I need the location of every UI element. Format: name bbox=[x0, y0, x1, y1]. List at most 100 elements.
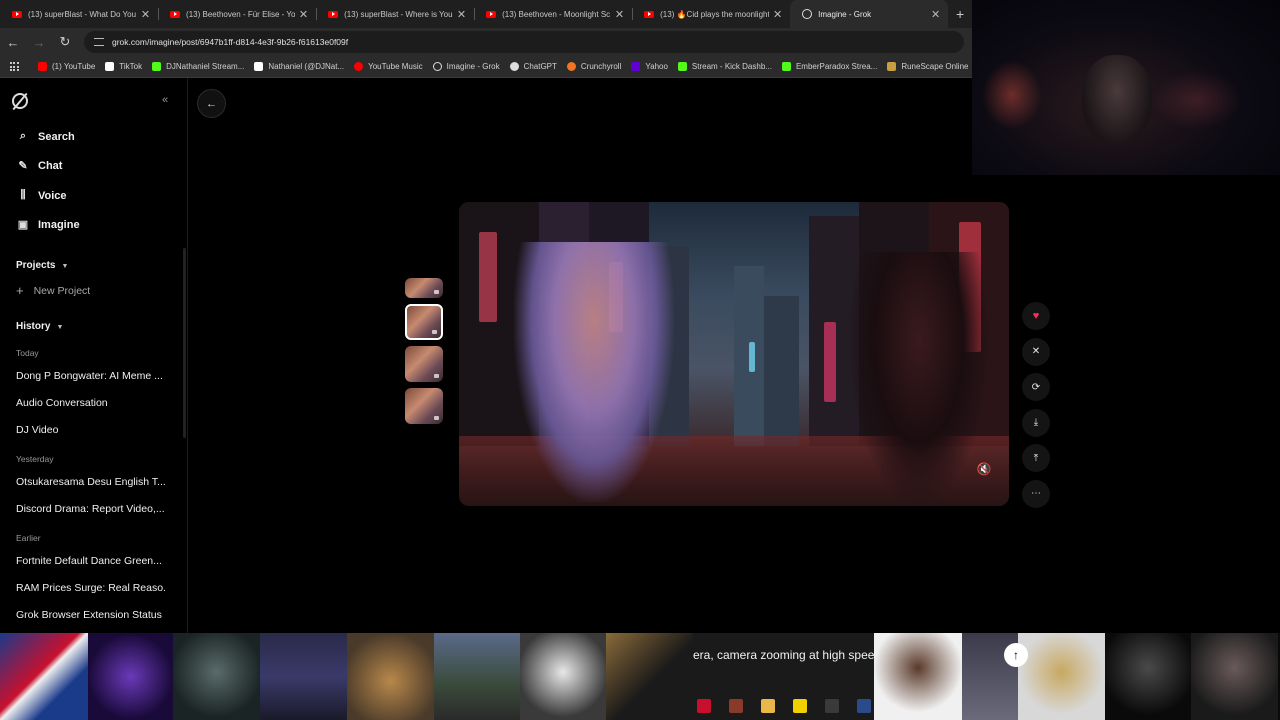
voice-wave-icon: ⫼ bbox=[20, 189, 26, 201]
bookmark-label: YouTube Music bbox=[368, 62, 423, 71]
thumbnail-selected[interactable] bbox=[405, 304, 443, 340]
gallery-tile[interactable] bbox=[520, 633, 606, 720]
new-project-button[interactable]: + New Project bbox=[16, 283, 90, 298]
thumbnail[interactable] bbox=[405, 346, 443, 382]
grok-logo-icon[interactable] bbox=[12, 93, 28, 109]
webcam-overlay bbox=[972, 0, 1280, 175]
history-item[interactable]: Discord Drama: Report Video,... bbox=[16, 503, 166, 515]
history-item[interactable]: Fortnite Default Dance Green... bbox=[16, 555, 166, 567]
sidebar-item-imagine[interactable]: ▣ Imagine bbox=[16, 218, 80, 232]
history-item[interactable]: Grok Browser Extension Status bbox=[16, 609, 166, 621]
address-bar[interactable]: grok.com/imagine/post/6947b1ff-d814-4e3f… bbox=[84, 31, 964, 53]
gallery-tile[interactable] bbox=[173, 633, 260, 720]
bottom-gallery-strip: era, camera zooming at high speed bbox=[0, 633, 1280, 720]
gallery-tile[interactable] bbox=[1018, 633, 1105, 720]
sidebar-scrollbar[interactable] bbox=[183, 248, 186, 438]
close-tab-icon[interactable]: ✕ bbox=[299, 8, 308, 21]
runescape-icon bbox=[887, 62, 897, 71]
back-arrow-icon[interactable]: ← bbox=[0, 29, 26, 55]
collapse-sidebar-icon[interactable]: « bbox=[162, 94, 168, 106]
gallery-tile[interactable] bbox=[1105, 633, 1191, 720]
browser-tab[interactable]: (13) Beethoven - Für Elise - You ✕ bbox=[158, 0, 316, 28]
history-item[interactable]: DJ Video bbox=[16, 424, 166, 436]
gallery-tile[interactable] bbox=[1191, 633, 1278, 720]
bookmark-item[interactable]: Yahoo bbox=[631, 62, 668, 71]
gallery-tile[interactable] bbox=[606, 633, 693, 720]
bookmark-label: RuneScape Online bbox=[901, 62, 969, 71]
sidebar-item-label: Search bbox=[38, 130, 75, 143]
upload-button[interactable]: ⤒ bbox=[1022, 444, 1050, 472]
download-icon: ⤓ bbox=[1033, 417, 1039, 428]
gallery-tile[interactable] bbox=[347, 633, 434, 720]
share-x-button[interactable]: ✕ bbox=[1022, 337, 1050, 366]
taskbar-app-icon[interactable] bbox=[697, 699, 711, 713]
gallery-tile[interactable] bbox=[434, 633, 520, 720]
forward-arrow-icon[interactable]: → bbox=[26, 29, 52, 55]
gallery-tile[interactable] bbox=[0, 633, 88, 720]
bookmark-item[interactable]: YouTube Music bbox=[354, 62, 423, 71]
close-tab-icon[interactable]: ✕ bbox=[457, 8, 466, 21]
taskbar-app-icon[interactable] bbox=[857, 699, 871, 713]
folder-icon[interactable] bbox=[761, 699, 775, 713]
tab-title: (13) Beethoven - Moonlight Sc bbox=[502, 9, 611, 19]
taskbar-app-icon[interactable] bbox=[729, 699, 743, 713]
youtube-icon bbox=[170, 10, 181, 18]
more-button[interactable]: ⋯ bbox=[1022, 479, 1050, 508]
thumbnail[interactable] bbox=[405, 388, 443, 424]
bookmark-item[interactable]: Crunchyroll bbox=[566, 62, 621, 71]
browser-tab[interactable]: (13) Beethoven - Moonlight Sc ✕ bbox=[474, 0, 632, 28]
chatgpt-icon bbox=[509, 62, 519, 71]
bookmark-item[interactable]: ChatGPT bbox=[509, 62, 557, 71]
thumbnail[interactable] bbox=[405, 278, 443, 298]
close-tab-icon[interactable]: ✕ bbox=[141, 8, 150, 21]
bookmark-item[interactable]: DJNathaniel Stream... bbox=[152, 62, 244, 71]
browser-tab-active[interactable]: Imagine - Grok ✕ bbox=[790, 0, 949, 28]
character-right bbox=[849, 252, 989, 502]
history-item[interactable]: Audio Conversation bbox=[16, 397, 166, 409]
apps-grid-icon[interactable] bbox=[0, 62, 28, 71]
prompt-input[interactable]: era, camera zooming at high speed bbox=[693, 633, 881, 720]
sidebar-item-chat[interactable]: ✎ Chat bbox=[16, 159, 62, 173]
arrow-up-icon: ↑ bbox=[1013, 648, 1019, 662]
projects-section-header[interactable]: Projects ▼ bbox=[16, 260, 68, 271]
bookmark-item[interactable]: Nathaniel (@DJNat... bbox=[254, 62, 344, 71]
send-button[interactable]: ↑ bbox=[1004, 643, 1028, 667]
sidebar-item-search[interactable]: ⌕ Search bbox=[16, 130, 75, 143]
sidebar-item-voice[interactable]: ⫼ Voice bbox=[16, 189, 66, 202]
bookmark-item[interactable]: Stream - Kick Dashb... bbox=[677, 62, 772, 71]
download-button[interactable]: ⤓ bbox=[1022, 408, 1050, 437]
like-button[interactable]: ♥ bbox=[1022, 302, 1050, 330]
star-icon[interactable] bbox=[825, 699, 839, 713]
gallery-tile[interactable] bbox=[260, 633, 347, 720]
gallery-tile[interactable] bbox=[88, 633, 173, 720]
bookmark-item[interactable]: RuneScape Online bbox=[887, 62, 968, 71]
bookmark-item[interactable]: EmberParadox Strea... bbox=[781, 62, 877, 71]
bookmark-item[interactable]: TikTok bbox=[105, 62, 142, 71]
reload-icon[interactable]: ↻ bbox=[52, 29, 78, 55]
bookmark-item[interactable]: (1) YouTube bbox=[38, 62, 95, 71]
back-button[interactable]: ← bbox=[197, 89, 226, 118]
close-tab-icon[interactable]: ✕ bbox=[773, 8, 782, 21]
site-info-icon[interactable] bbox=[94, 38, 104, 46]
regenerate-button[interactable]: ⟳ bbox=[1022, 373, 1050, 401]
generated-video[interactable]: 🔇 bbox=[459, 202, 1009, 506]
new-tab-button[interactable]: + bbox=[948, 0, 972, 28]
search-icon: ⌕ bbox=[19, 130, 27, 142]
history-item[interactable]: RAM Prices Surge: Real Reaso... bbox=[16, 582, 166, 594]
history-item[interactable]: Otsukaresama Desu English T... bbox=[16, 476, 166, 488]
close-tab-icon[interactable]: ✕ bbox=[615, 8, 624, 21]
history-section-header[interactable]: History ▼ bbox=[16, 321, 63, 332]
close-tab-icon[interactable]: ✕ bbox=[931, 8, 940, 21]
browser-tab[interactable]: (13) superBlast - What Do You ✕ bbox=[0, 0, 158, 28]
bookmark-item[interactable]: Imagine - Grok bbox=[432, 62, 500, 71]
crunchyroll-icon bbox=[566, 62, 576, 71]
browser-tab[interactable]: (13) superBlast - Where is Your ✕ bbox=[316, 0, 474, 28]
taskbar-app-icon[interactable] bbox=[793, 699, 807, 713]
youtube-icon bbox=[38, 62, 47, 71]
browser-tab[interactable]: (13) 🔥Cid plays the moonlight ✕ bbox=[632, 0, 790, 28]
muted-speaker-icon[interactable]: 🔇 bbox=[975, 461, 993, 477]
gallery-tile[interactable] bbox=[874, 633, 962, 720]
history-item[interactable]: Dong P Bongwater: AI Meme ... bbox=[16, 370, 166, 382]
projects-label: Projects bbox=[16, 260, 56, 271]
more-dots-icon: ⋯ bbox=[1031, 488, 1041, 499]
